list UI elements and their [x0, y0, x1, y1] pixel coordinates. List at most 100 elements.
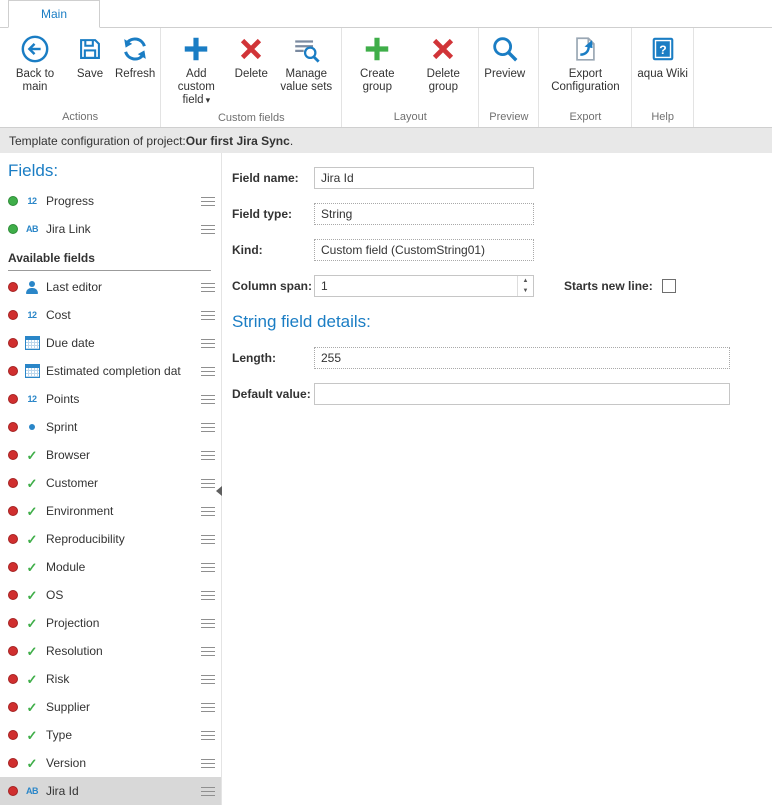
- save-button[interactable]: Save: [68, 28, 112, 83]
- drag-handle-icon[interactable]: [201, 675, 215, 684]
- field-item-os[interactable]: OS: [0, 581, 221, 609]
- field-item-due-date[interactable]: Due date: [0, 329, 221, 357]
- add-plus-icon: [180, 33, 212, 65]
- field-item-browser[interactable]: Browser: [0, 441, 221, 469]
- drag-handle-icon[interactable]: [201, 197, 215, 206]
- field-item-jira-id[interactable]: Jira Id: [0, 777, 221, 805]
- field-label: Jira Link: [46, 222, 195, 236]
- field-status-dot: [8, 702, 18, 712]
- field-item-reproducibility[interactable]: Reproducibility: [0, 525, 221, 553]
- ribbon-group-label: Layout: [344, 109, 476, 127]
- field-status-dot: [8, 646, 18, 656]
- field-item-resolution[interactable]: Resolution: [0, 637, 221, 665]
- drag-handle-icon[interactable]: [201, 619, 215, 628]
- field-label: Supplier: [46, 700, 195, 714]
- drag-handle-icon[interactable]: [201, 367, 215, 376]
- field-name-row: Field name:: [232, 167, 756, 189]
- button-label: aqua Wiki: [637, 68, 688, 81]
- column-span-label: Column span:: [232, 279, 314, 293]
- spinner: [517, 276, 533, 296]
- default-value-input[interactable]: [314, 383, 730, 405]
- field-item-supplier[interactable]: Supplier: [0, 693, 221, 721]
- field-item-type[interactable]: Type: [0, 721, 221, 749]
- drag-handle-icon[interactable]: [201, 759, 215, 768]
- tab-bar: Main: [0, 0, 772, 28]
- create-group-button[interactable]: Create group: [344, 28, 410, 96]
- drag-handle-icon[interactable]: [201, 283, 215, 292]
- drag-handle-icon[interactable]: [201, 731, 215, 740]
- drag-handle-icon[interactable]: [201, 395, 215, 404]
- length-label: Length:: [232, 351, 314, 365]
- tab-main[interactable]: Main: [8, 0, 100, 28]
- drag-handle-icon[interactable]: [201, 563, 215, 572]
- text-field-icon: [24, 784, 40, 799]
- field-label: Jira Id: [46, 784, 195, 798]
- field-item-module[interactable]: Module: [0, 553, 221, 581]
- drag-handle-icon[interactable]: [201, 225, 215, 234]
- ribbon-group-custom-fields: Add custom field Delete: [161, 28, 342, 127]
- field-label: Reproducibility: [46, 532, 195, 546]
- field-item-jira-link[interactable]: Jira Link: [0, 215, 221, 243]
- export-document-icon: [569, 33, 601, 65]
- drag-handle-icon[interactable]: [201, 591, 215, 600]
- field-item-environment[interactable]: Environment: [0, 497, 221, 525]
- field-item-progress[interactable]: Progress: [0, 187, 221, 215]
- back-to-main-button[interactable]: Back to main: [2, 28, 68, 96]
- field-name-label: Field name:: [232, 171, 314, 185]
- drag-handle-icon[interactable]: [201, 451, 215, 460]
- button-label: Refresh: [115, 68, 155, 81]
- banner-prefix: Template configuration of project:: [9, 134, 186, 148]
- drag-handle-icon[interactable]: [201, 339, 215, 348]
- field-type-label: Field type:: [232, 207, 314, 221]
- field-type-input[interactable]: [314, 203, 534, 225]
- drag-handle-icon[interactable]: [201, 703, 215, 712]
- splitter-collapse-arrow-icon[interactable]: [216, 486, 222, 496]
- field-label: Points: [46, 392, 195, 406]
- spin-up-button[interactable]: [518, 276, 533, 286]
- field-label: Module: [46, 560, 195, 574]
- field-item-customer[interactable]: Customer: [0, 469, 221, 497]
- delete-button[interactable]: Delete: [229, 28, 273, 83]
- field-item-cost[interactable]: Cost: [0, 301, 221, 329]
- aqua-wiki-button[interactable]: ? aqua Wiki: [634, 28, 691, 83]
- manage-value-sets-button[interactable]: Manage value sets: [273, 28, 339, 96]
- field-type-row: Field type:: [232, 203, 756, 225]
- drag-handle-icon[interactable]: [201, 311, 215, 320]
- starts-new-line-checkbox[interactable]: [662, 279, 676, 293]
- field-item-points[interactable]: Points: [0, 385, 221, 413]
- length-input[interactable]: [314, 347, 730, 369]
- field-label: Due date: [46, 336, 195, 350]
- drag-handle-icon[interactable]: [201, 647, 215, 656]
- add-custom-field-button[interactable]: Add custom field: [163, 28, 229, 110]
- drag-handle-icon[interactable]: [201, 787, 215, 796]
- field-item-estimated-completion-dat[interactable]: Estimated completion dat: [0, 357, 221, 385]
- preview-button[interactable]: Preview: [481, 28, 528, 83]
- field-label: Customer: [46, 476, 195, 490]
- field-item-last-editor[interactable]: Last editor: [0, 273, 221, 301]
- checkmark-icon: [24, 616, 40, 631]
- field-item-sprint[interactable]: Sprint: [0, 413, 221, 441]
- field-item-projection[interactable]: Projection: [0, 609, 221, 637]
- field-status-dot: [8, 338, 18, 348]
- delete-group-button[interactable]: Delete group: [410, 28, 476, 96]
- field-name-input[interactable]: [314, 167, 534, 189]
- checkmark-icon: [24, 728, 40, 743]
- field-status-dot: [8, 618, 18, 628]
- column-span-input[interactable]: [314, 275, 534, 297]
- kind-input[interactable]: [314, 239, 534, 261]
- available-fields-list: Last editor Cost Due date Estimated comp…: [0, 273, 221, 805]
- spin-down-button[interactable]: [518, 286, 533, 296]
- field-item-risk[interactable]: Risk: [0, 665, 221, 693]
- refresh-button[interactable]: Refresh: [112, 28, 158, 83]
- ribbon-group-label: Preview: [481, 109, 536, 127]
- calendar-icon: [24, 336, 40, 351]
- field-item-version[interactable]: Version: [0, 749, 221, 777]
- drag-handle-icon[interactable]: [201, 479, 215, 488]
- ribbon-group-preview: Preview Preview: [479, 28, 539, 127]
- export-configuration-button[interactable]: Export Configuration: [541, 28, 629, 96]
- drag-handle-icon[interactable]: [201, 535, 215, 544]
- drag-handle-icon[interactable]: [201, 507, 215, 516]
- field-status-dot: [8, 758, 18, 768]
- field-status-dot: [8, 674, 18, 684]
- drag-handle-icon[interactable]: [201, 423, 215, 432]
